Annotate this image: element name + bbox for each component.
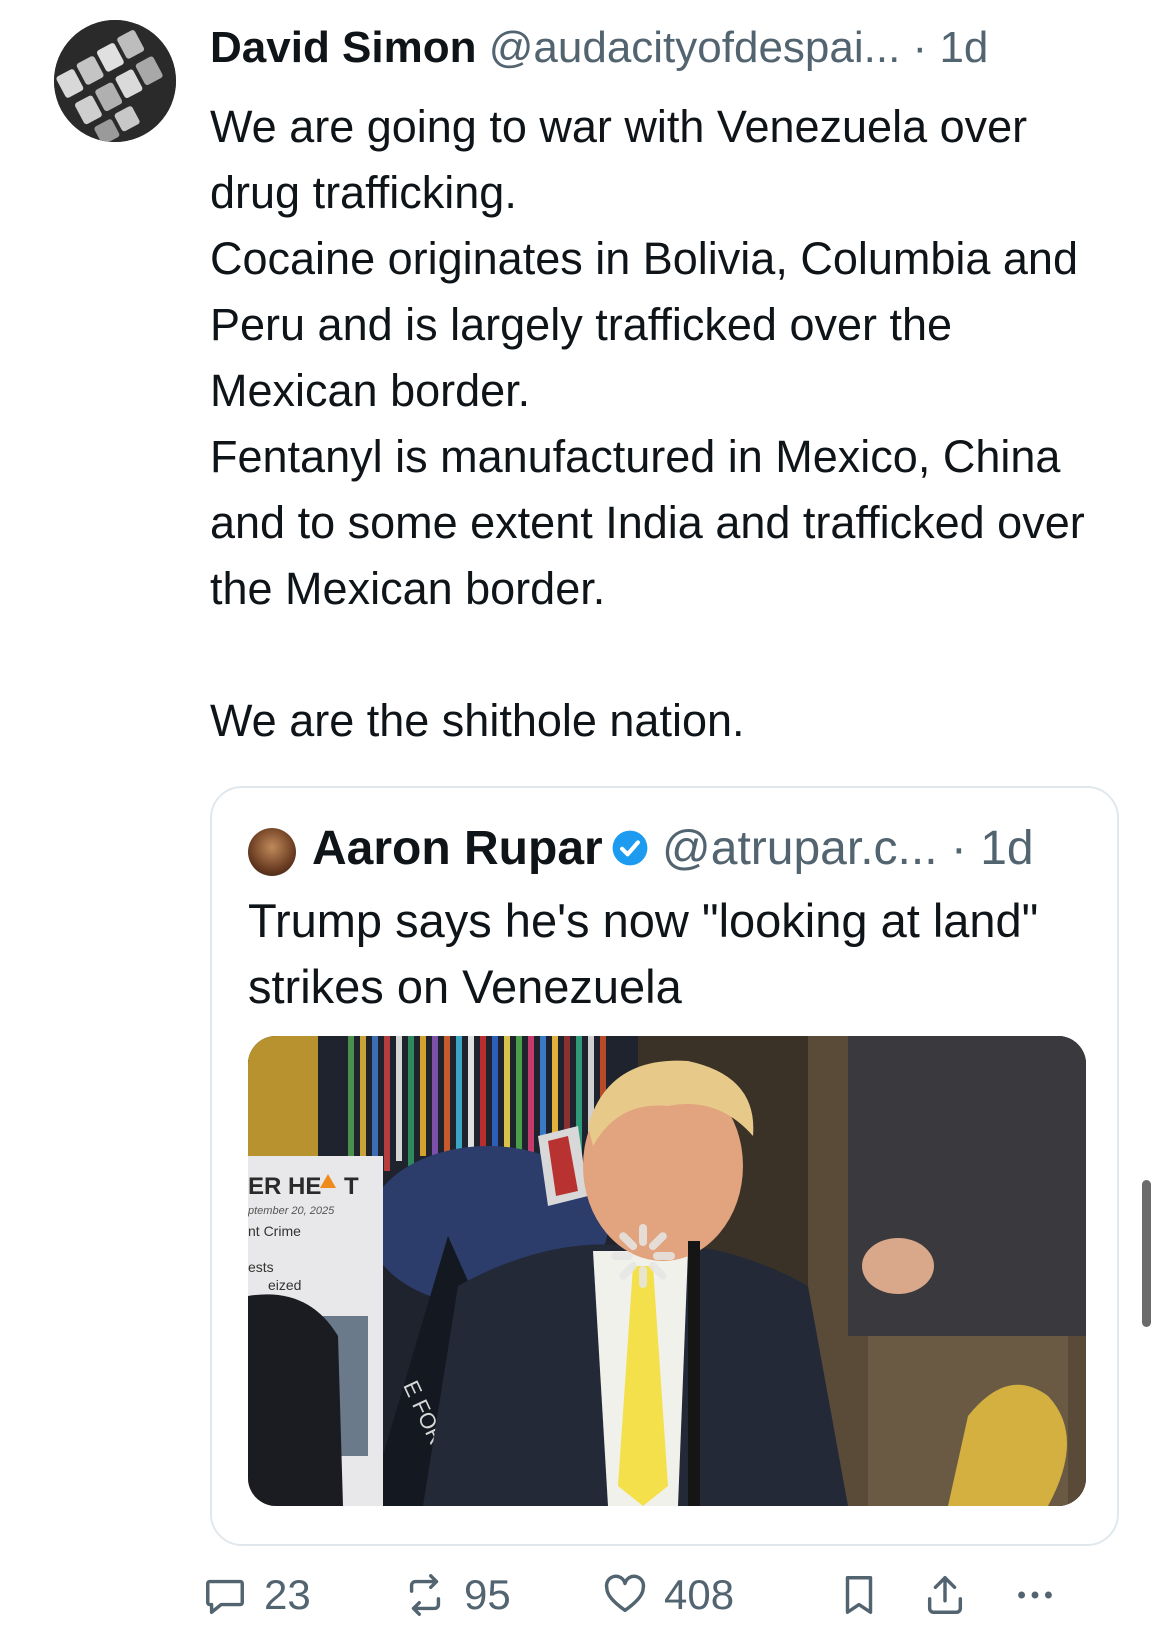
reply-count: 23 [264,1571,311,1618]
tweet-body: We are going to war with Venezuela over … [210,94,1110,754]
sign-text: T [344,1173,359,1200]
share-icon [927,1576,963,1614]
tweet-time[interactable]: 1d [939,23,988,72]
reply-button[interactable]: 23 [202,1560,311,1630]
quoted-author-handle[interactable]: @atrupar.c... [662,822,938,875]
repost-button[interactable]: 95 [402,1560,511,1630]
sign-text: ER HE [248,1173,321,1200]
heart-icon [604,1574,646,1613]
sign-text: ptember 20, 2025 [248,1205,335,1217]
author-avatar[interactable] [54,20,176,142]
sign-text: eized [268,1277,301,1293]
tweet-paragraph: We are going to war with Venezuela over … [210,101,1028,218]
bookmark-icon [845,1576,873,1614]
like-button[interactable]: 408 [602,1560,734,1630]
quoted-author-name[interactable]: Aaron Rupar [312,822,603,875]
tweet-paragraph-closing: We are the shithole nation. [210,695,745,746]
more-icon [1018,1591,1052,1599]
tweet-paragraph: Fentanyl is manufactured in Mexico, Chin… [210,431,1085,614]
quoted-tweet-text: Trump says he's now "looking at land" st… [248,894,1039,1013]
bookmark-button[interactable] [836,1560,882,1630]
author-name[interactable]: David Simon [210,23,477,72]
reply-icon [206,1579,244,1614]
sign-text: ests [248,1259,274,1275]
tweet-container[interactable]: David Simon @audacityofdespai... · 1d We… [0,0,1170,1635]
sign-text: nt Crime [248,1223,301,1239]
quoted-tweet-header: Aaron Rupar @atrupar.c... · 1d [312,814,1034,884]
verified-badge-icon [612,830,648,866]
share-button[interactable] [922,1560,968,1630]
tweet-paragraph: Cocaine originates in Bolivia, Columbia … [210,233,1078,416]
quoted-author-avatar[interactable] [248,828,296,876]
quoted-tweet[interactable]: Aaron Rupar @atrupar.c... · 1d Trump say… [210,786,1119,1546]
repost-count: 95 [464,1571,511,1618]
separator-dot: · [912,23,928,72]
tweet-actions-bar: 23 95 408 [206,1560,1110,1630]
video-thumbnail[interactable]: ER HE T ptember 20, 2025 nt Crime ests e… [248,1036,1086,1506]
scrollbar-thumb[interactable] [1142,1180,1151,1327]
tweet-header: David Simon @audacityofdespai... · 1d [210,18,1130,78]
video-frame-image: ER HE T ptember 20, 2025 nt Crime ests e… [248,1036,1086,1506]
typewriter-keys-image [54,20,176,142]
repost-icon [409,1574,441,1616]
author-handle[interactable]: @audacityofdespai... [489,23,901,72]
separator-dot: · [950,822,967,875]
like-count: 408 [664,1571,735,1618]
quoted-tweet-time[interactable]: 1d [980,822,1033,875]
more-options-button[interactable] [1012,1560,1058,1630]
